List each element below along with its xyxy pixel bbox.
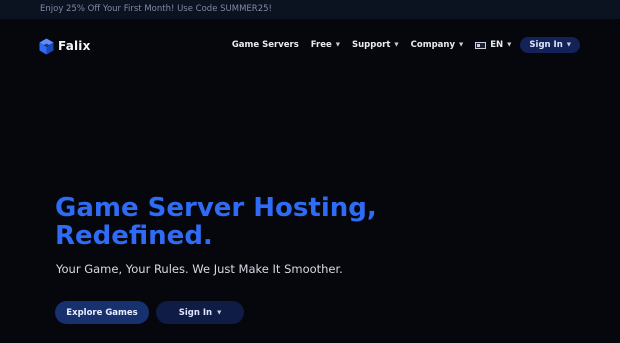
hero-actions: Explore Games Sign In ▼ — [55, 301, 244, 324]
nav-item-support[interactable]: Support ▼ — [352, 40, 399, 50]
hero-signin-label: Sign In — [178, 307, 213, 318]
chevron-down-icon: ▼ — [566, 42, 571, 48]
nav-item-label: Company — [410, 40, 456, 50]
brand-link[interactable]: Falix — [39, 37, 91, 55]
nav-item-game-servers[interactable]: Game Servers — [232, 40, 299, 50]
nav-item-company[interactable]: Company ▼ — [411, 40, 464, 50]
chevron-down-icon: ▼ — [507, 42, 512, 48]
promo-text: Enjoy 25% Off Your First Month! Use Code… — [40, 4, 272, 14]
nav-signin-button[interactable]: Sign In ▼ — [520, 37, 580, 53]
flag-icon — [475, 41, 487, 49]
navbar: Falix Game Servers Free ▼ Support ▼ Comp… — [0, 19, 620, 71]
explore-games-button[interactable]: Explore Games — [55, 301, 149, 324]
chevron-down-icon: ▼ — [394, 42, 399, 48]
hero-title: Game Server Hosting, Redefined. — [55, 194, 575, 250]
chevron-down-icon: ▼ — [217, 309, 222, 316]
explore-games-label: Explore Games — [66, 307, 138, 318]
nav-links: Game Servers Free ▼ Support ▼ Company ▼ … — [232, 36, 580, 54]
brand-name: Falix — [58, 39, 91, 53]
hero-title-line-2: Redefined. — [55, 221, 213, 251]
language-label: EN — [490, 40, 504, 50]
nav-item-label: Free — [310, 40, 332, 50]
hero-subtitle: Your Game, Your Rules. We Just Make It S… — [56, 262, 343, 276]
nav-item-label: Game Servers — [231, 40, 299, 50]
hero-title-line-1: Game Server Hosting, — [55, 193, 377, 223]
nav-item-label: Support — [351, 40, 391, 50]
language-selector[interactable]: EN ▼ — [475, 40, 511, 50]
nav-item-free[interactable]: Free ▼ — [311, 40, 340, 50]
chevron-down-icon: ▼ — [335, 42, 340, 48]
nav-signin-label: Sign In — [529, 40, 563, 50]
cube-logo-icon — [39, 38, 54, 54]
hero-signin-button[interactable]: Sign In ▼ — [156, 301, 244, 324]
promo-banner: Enjoy 25% Off Your First Month! Use Code… — [0, 0, 620, 19]
chevron-down-icon: ▼ — [459, 42, 464, 48]
